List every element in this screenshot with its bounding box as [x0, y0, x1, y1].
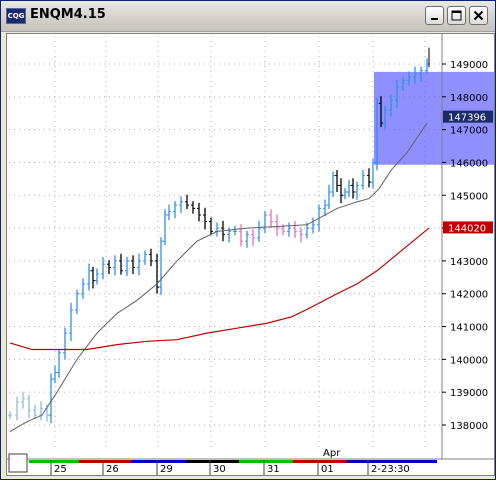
cqg-app-icon[interactable]: CQG: [6, 8, 26, 24]
session-color-bar: [187, 460, 239, 463]
time-axis-label: 26: [106, 464, 119, 475]
chart-window: CQG ENQM4.15 138000 139000 140000 141000 142…: [0, 0, 496, 480]
price-axis-label: 141000: [450, 323, 488, 334]
close-button[interactable]: [469, 6, 488, 25]
minimize-button[interactable]: [425, 6, 444, 25]
session-color-bar: [29, 460, 79, 463]
session-color-bar: [239, 460, 293, 463]
time-axis-label: 30: [213, 464, 226, 475]
price-axis-label: 145000: [450, 191, 488, 202]
price-axis-label: 143000: [450, 257, 488, 268]
time-axis-label: 25: [54, 464, 67, 475]
month-label: Apr: [323, 448, 341, 459]
price-chart[interactable]: 138000 139000 140000 141000 142000 143000 1440…: [7, 34, 494, 475]
price-axis-label: 138000: [450, 421, 488, 432]
price-axis-label: 139000: [450, 388, 488, 399]
price-axis-label: 142000: [450, 290, 488, 301]
maximize-button[interactable]: [447, 6, 466, 25]
price-axis-label: 140000: [450, 355, 488, 366]
session-color-bar: [79, 460, 131, 463]
price-axis-label: 149000: [450, 60, 488, 71]
time-axis-label: 31: [267, 464, 280, 475]
price-axis-label: 146000: [450, 158, 488, 169]
minimize-icon: [431, 18, 438, 20]
session-color-bar: [347, 460, 437, 463]
title-bar[interactable]: CQG ENQM4.15: [1, 1, 495, 32]
ma-value-label: 144020: [448, 223, 486, 234]
last-price-label: 147396: [448, 113, 486, 124]
time-axis-label: 2-23:30: [371, 464, 410, 475]
session-color-bar: [131, 460, 187, 463]
time-axis-label: 29: [160, 464, 173, 475]
maximize-icon: [451, 10, 462, 21]
price-axis-label: 147000: [450, 126, 488, 137]
chart-area[interactable]: 138000 139000 140000 141000 142000 143000 1440…: [6, 33, 495, 476]
session-color-bar: [293, 460, 347, 463]
time-scroll-box: [8, 453, 28, 473]
window-title: ENQM4.15: [30, 7, 106, 22]
price-axis-label: 148000: [450, 93, 488, 104]
close-icon: [473, 10, 484, 21]
time-axis-label: 01: [321, 464, 334, 475]
